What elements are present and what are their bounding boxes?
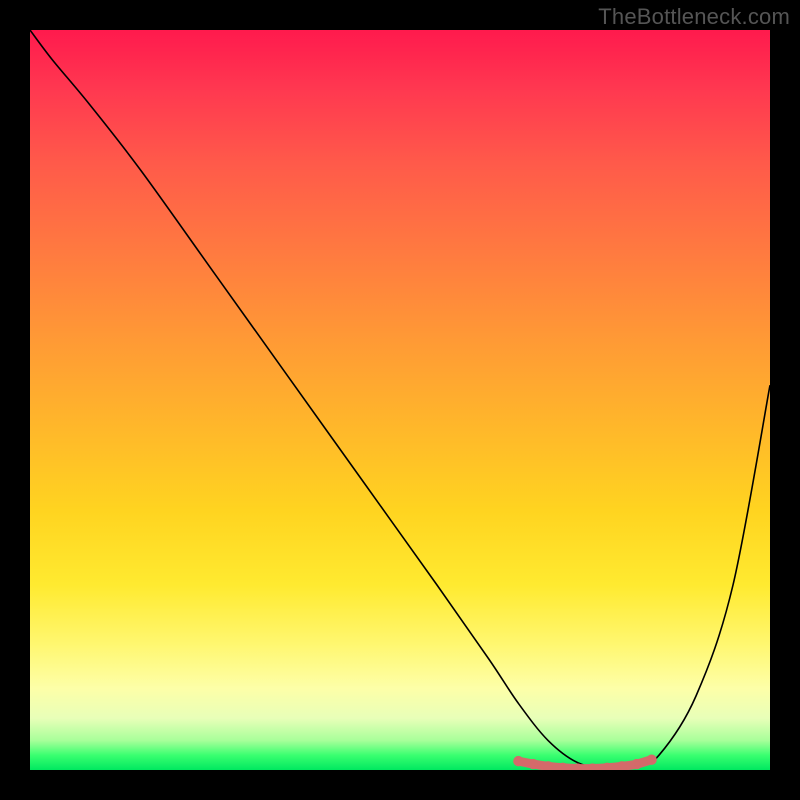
curve-line (30, 30, 770, 769)
marker-dot (513, 756, 523, 766)
watermark-text: TheBottleneck.com (598, 4, 790, 30)
marker-dot (587, 763, 597, 770)
bottom-marker-line (518, 760, 651, 769)
marker-dot (602, 763, 612, 770)
marker-dot (558, 763, 568, 770)
chart-svg (30, 30, 770, 770)
marker-dot (632, 759, 642, 769)
marker-dot (528, 759, 538, 769)
bottom-marker-dots (513, 754, 657, 770)
marker-dot (572, 763, 582, 770)
marker-dot (543, 761, 553, 770)
chart-plot-area (30, 30, 770, 770)
marker-dot (617, 761, 627, 770)
marker-dot (646, 754, 656, 764)
